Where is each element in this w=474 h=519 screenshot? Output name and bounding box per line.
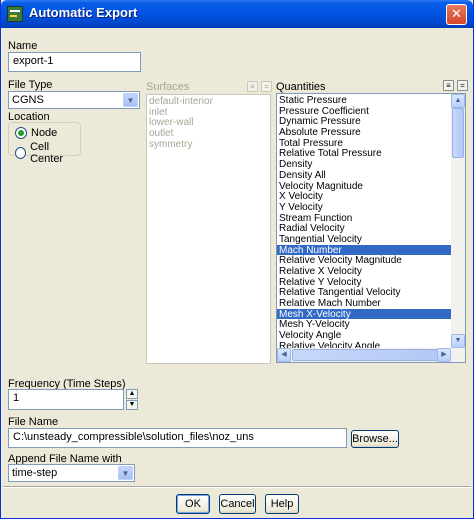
browse-button[interactable]: Browse... (351, 430, 399, 448)
list-item[interactable]: Total Pressure (277, 138, 451, 149)
window-title: Automatic Export (29, 5, 138, 20)
list-item[interactable]: Velocity Angle (277, 330, 451, 341)
title-bar[interactable]: Automatic Export ✕ (1, 0, 473, 28)
surfaces-label: Surfaces (146, 81, 190, 93)
list-item[interactable]: Relative Y Velocity (277, 277, 451, 288)
append-value: time-step (12, 467, 58, 479)
list-item[interactable]: Pressure Coefficient (277, 106, 451, 117)
help-button[interactable]: Help (265, 494, 299, 514)
list-item[interactable]: Mach Number (277, 244, 451, 255)
separator (3, 486, 471, 488)
list-item: default-interior (149, 96, 213, 107)
file-name-label: File Name (8, 416, 59, 428)
list-item[interactable]: Y Velocity (277, 202, 451, 213)
list-item[interactable]: Mesh Y-Velocity (277, 319, 451, 331)
radio-unchecked-icon[interactable] (15, 147, 27, 159)
file-type-select[interactable]: CGNS ▼ (8, 91, 140, 109)
spin-down-icon[interactable]: ▼ (126, 400, 138, 410)
list-item[interactable]: Radial Velocity (277, 223, 451, 234)
scroll-down-icon[interactable]: ▼ (451, 334, 465, 348)
list-item: symmetry (149, 138, 193, 150)
scroll-right-icon[interactable]: ▶ (437, 348, 451, 362)
ok-button[interactable]: OK (176, 494, 210, 514)
list-item[interactable]: Relative Velocity Magnitude (277, 255, 451, 266)
horizontal-scrollbar[interactable]: ◀ ▶ (277, 348, 451, 362)
list-item[interactable]: Static Pressure (277, 95, 451, 106)
name-label: Name (8, 40, 38, 52)
file-type-value: CGNS (12, 94, 44, 106)
file-name-input[interactable]: C:\unsteady_compressible\solution_files\… (8, 428, 347, 448)
append-select[interactable]: time-step ▼ (8, 464, 135, 482)
scroll-up-icon[interactable]: ▲ (451, 94, 465, 108)
frequency-input[interactable]: 1 (8, 389, 124, 410)
radio-cell-center-label: Cell Center (30, 141, 64, 165)
list-item[interactable]: Mesh X-Velocity (277, 308, 451, 320)
radio-node[interactable]: Node (15, 127, 57, 139)
list-item[interactable]: Absolute Pressure (277, 127, 451, 138)
list-item[interactable]: Density All (277, 170, 451, 181)
list-item[interactable]: Dynamic Pressure (277, 116, 451, 128)
list-item[interactable]: Density (277, 159, 451, 170)
chevron-down-icon[interactable]: ▼ (123, 93, 138, 107)
select-all-icon: ≡ (247, 81, 258, 92)
list-item[interactable]: Velocity Magnitude (277, 181, 451, 192)
scroll-left-icon[interactable]: ◀ (277, 348, 291, 362)
file-type-label: File Type (8, 79, 53, 91)
radio-checked-icon[interactable] (15, 127, 27, 139)
automatic-export-dialog: Automatic Export ✕ Name export-1 File Ty… (0, 0, 474, 519)
list-item: outlet (149, 128, 174, 140)
location-group: Node Cell Center (8, 122, 81, 165)
deselect-all-icon[interactable]: = (457, 80, 468, 91)
list-item[interactable]: Relative Tangential Velocity (277, 287, 451, 299)
spin-up-icon[interactable]: ▲ (126, 389, 138, 399)
name-input[interactable]: export-1 (8, 52, 141, 72)
list-item[interactable]: Relative Total Pressure (277, 148, 451, 160)
scroll-thumb[interactable] (452, 108, 464, 158)
deselect-all-icon: = (261, 81, 272, 92)
radio-node-label: Node (31, 127, 58, 139)
quantities-list[interactable]: Static Pressure Pressure Coefficient Dynam… (276, 93, 466, 363)
list-item[interactable]: Stream Function (277, 213, 451, 224)
vertical-scrollbar[interactable]: ▲ ▼ (451, 94, 465, 362)
list-item: inlet (149, 106, 168, 118)
list-item[interactable]: Relative X Velocity (277, 266, 451, 277)
radio-cell-center[interactable]: Cell Center (15, 141, 80, 165)
cancel-button[interactable]: Cancel (219, 494, 256, 514)
list-item[interactable]: Tangential Velocity (277, 234, 451, 245)
select-all-icon[interactable]: ≡ (443, 80, 454, 91)
surfaces-list: default-interior inlet lower-wall outlet sym… (146, 94, 271, 364)
close-button[interactable]: ✕ (446, 4, 467, 25)
app-icon (7, 6, 23, 22)
chevron-down-icon[interactable]: ▼ (118, 466, 133, 480)
list-item[interactable]: X Velocity (277, 191, 451, 202)
list-item: lower-wall (149, 117, 194, 129)
list-item[interactable]: Relative Mach Number (277, 298, 451, 309)
quantities-label: Quantities (276, 81, 326, 93)
scroll-thumb[interactable] (292, 349, 442, 361)
